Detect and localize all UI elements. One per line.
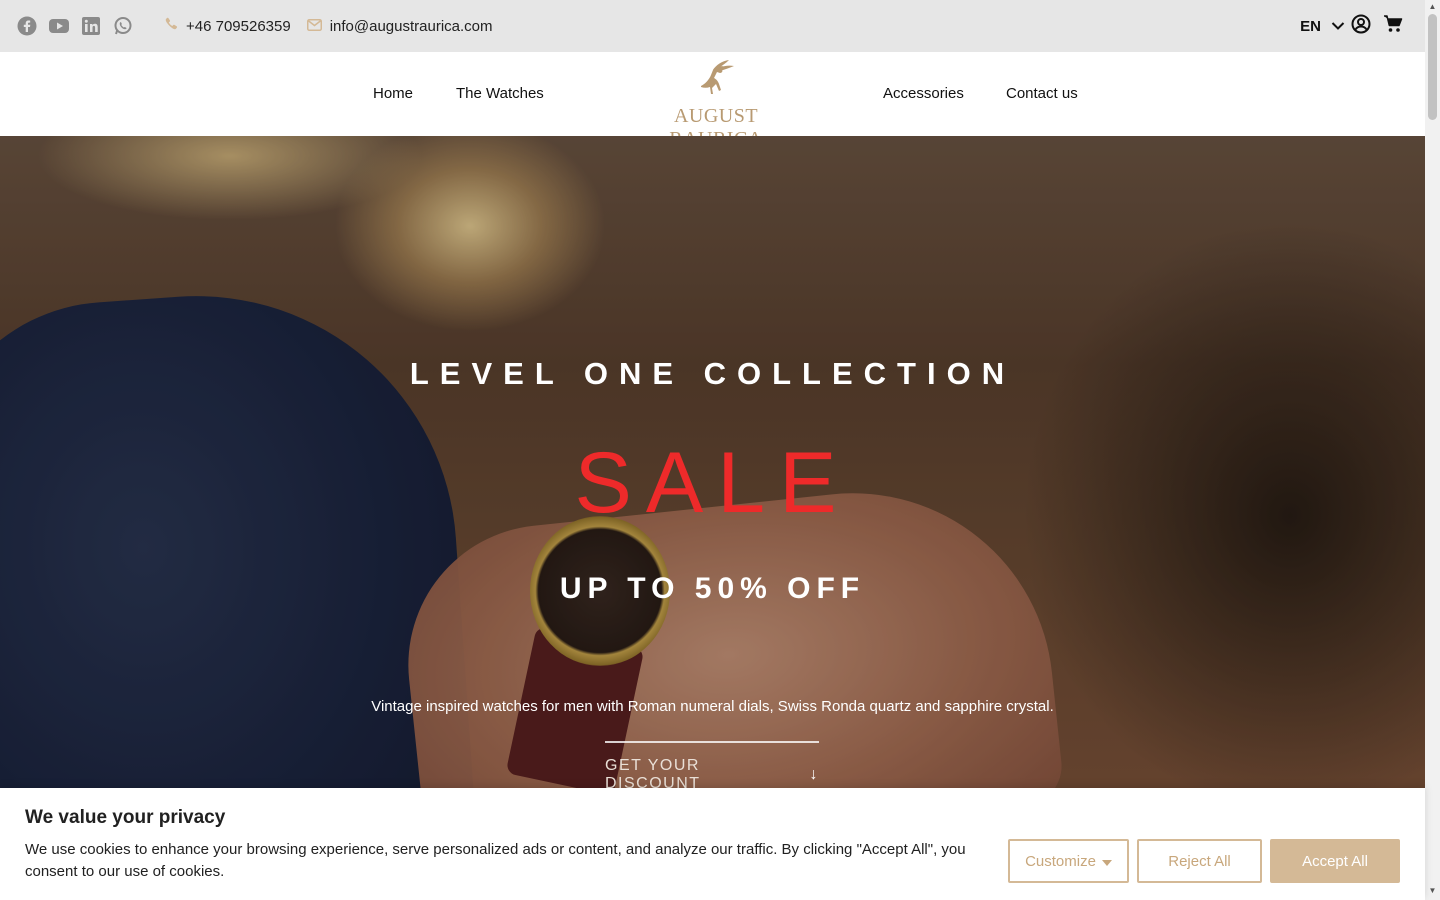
nav-item-contact-us[interactable]: Contact us bbox=[1006, 85, 1078, 102]
main-nav: Home The Watches AUGUST RAURICA Accessor… bbox=[0, 52, 1425, 150]
top-bar: +46 709526359 info@augustraurica.com EN bbox=[0, 0, 1425, 52]
hero-discount-text: UP TO 50% OFF bbox=[559, 572, 866, 605]
hero-description: Vintage inspired watches for men with Ro… bbox=[371, 698, 1054, 715]
scrollbar-thumb[interactable] bbox=[1428, 14, 1437, 120]
language-selector[interactable]: EN bbox=[1300, 18, 1321, 35]
phone-number: +46 709526359 bbox=[186, 17, 291, 35]
social-links bbox=[16, 15, 134, 37]
brand-logo[interactable]: AUGUST RAURICA bbox=[628, 56, 804, 150]
scroll-up-icon[interactable]: ▲ bbox=[1428, 2, 1437, 11]
top-right-controls: EN bbox=[1300, 14, 1403, 38]
facebook-icon[interactable] bbox=[16, 15, 38, 37]
contact-info: +46 709526359 info@augustraurica.com bbox=[164, 17, 509, 35]
linkedin-icon[interactable] bbox=[80, 15, 102, 37]
cookie-title: We value your privacy bbox=[25, 807, 226, 828]
caret-down-icon bbox=[1101, 853, 1112, 870]
account-icon[interactable] bbox=[1351, 14, 1371, 38]
get-discount-button[interactable]: GET YOUR DISCOUNT ↓ bbox=[605, 741, 819, 788]
youtube-icon[interactable] bbox=[48, 15, 70, 37]
cart-icon[interactable] bbox=[1383, 15, 1403, 37]
nav-item-home[interactable]: Home bbox=[373, 85, 413, 102]
phone-icon bbox=[164, 17, 178, 35]
arrow-down-icon: ↓ bbox=[809, 766, 819, 783]
hero-heading: LEVEL ONE COLLECTION bbox=[409, 356, 1016, 391]
customize-button[interactable]: Customize bbox=[1008, 839, 1129, 883]
chevron-down-icon[interactable] bbox=[1331, 18, 1345, 35]
reject-all-button[interactable]: Reject All bbox=[1137, 839, 1262, 883]
cookie-text: We use cookies to enhance your browsing … bbox=[25, 841, 966, 880]
cookie-consent-banner: We value your privacy We use cookies to … bbox=[0, 788, 1425, 900]
nav-item-accessories[interactable]: Accessories bbox=[883, 85, 964, 102]
pegasus-logo-icon bbox=[701, 60, 734, 94]
cta-label: GET YOUR DISCOUNT bbox=[605, 757, 701, 788]
customize-label: Customize bbox=[1025, 852, 1096, 870]
hero-sale-text: SALE bbox=[574, 435, 851, 531]
page-scrollbar[interactable]: ▲ ▼ bbox=[1425, 0, 1440, 900]
whatsapp-icon[interactable] bbox=[112, 15, 134, 37]
email-link[interactable]: info@augustraurica.com bbox=[306, 17, 493, 35]
scroll-down-icon[interactable]: ▼ bbox=[1428, 886, 1437, 895]
accept-all-button[interactable]: Accept All bbox=[1270, 839, 1400, 883]
phone-link[interactable]: +46 709526359 bbox=[164, 17, 291, 35]
envelope-icon bbox=[306, 18, 322, 35]
email-address: info@augustraurica.com bbox=[329, 17, 493, 35]
nav-item-the-watches[interactable]: The Watches bbox=[456, 85, 544, 102]
hero-banner: LEVEL ONE COLLECTION SALE UP TO 50% OFF … bbox=[0, 136, 1425, 788]
